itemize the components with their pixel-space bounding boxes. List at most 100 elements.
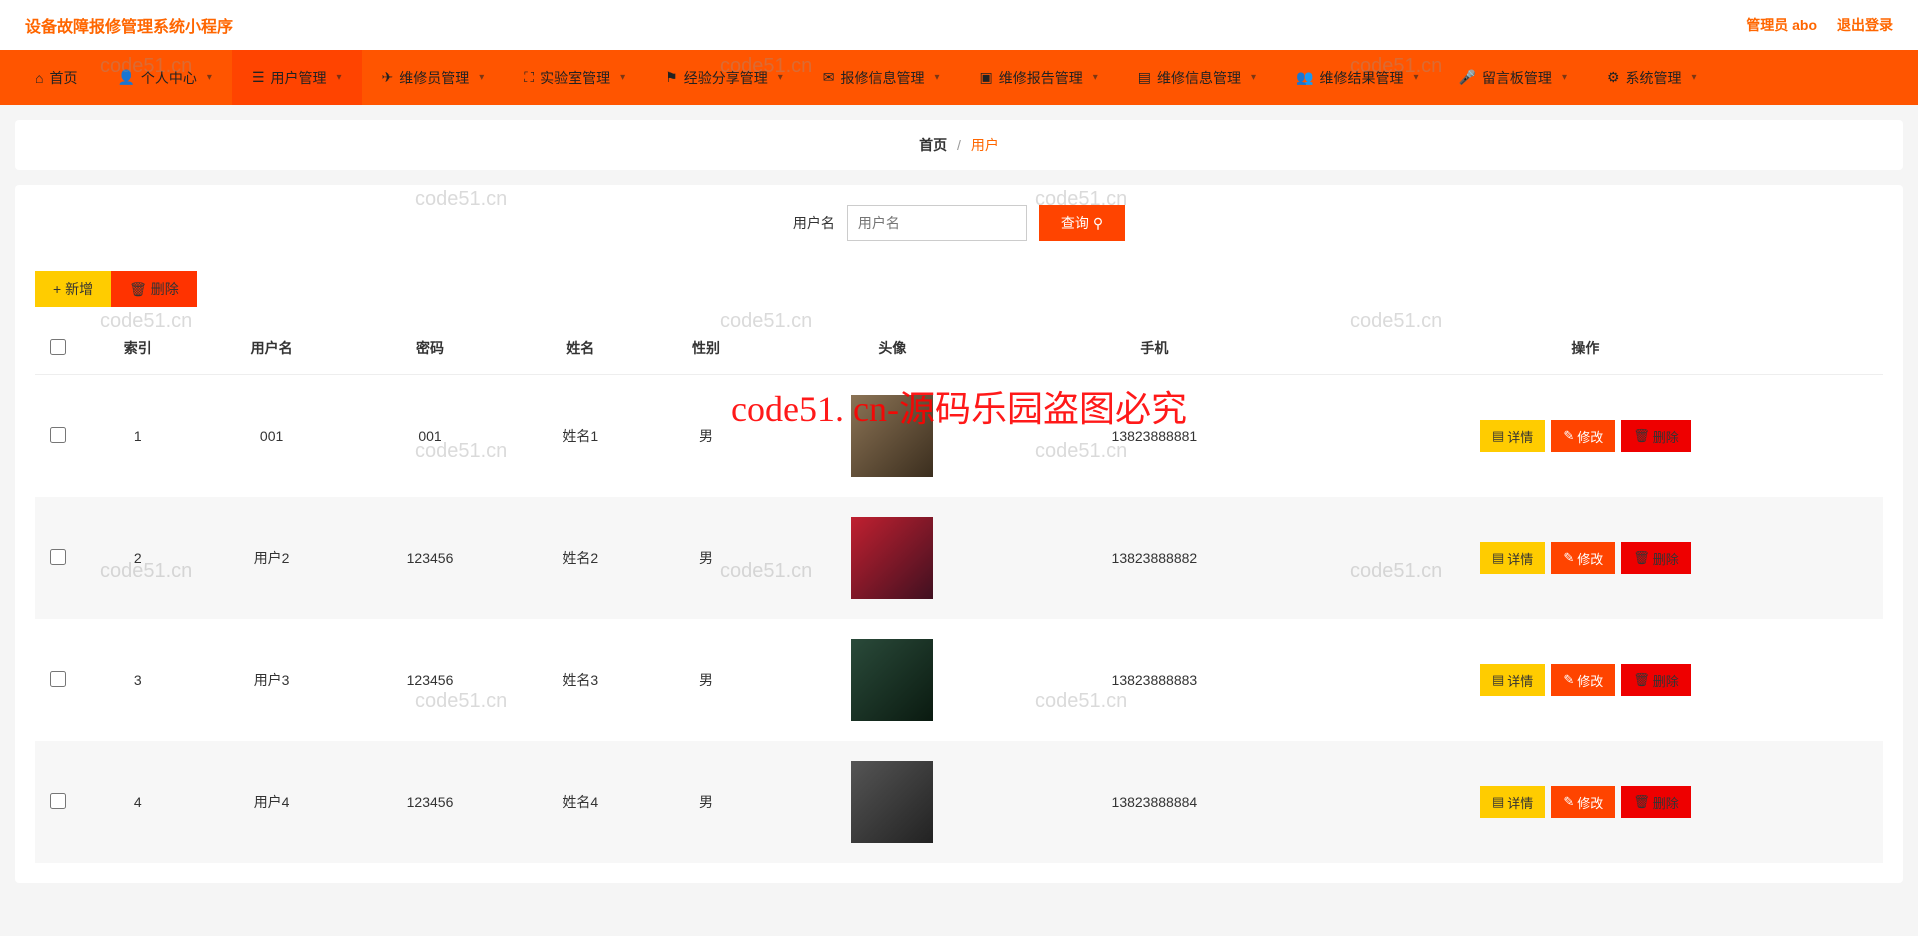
cell-username: 001	[195, 375, 347, 498]
chevron-down-icon: ▾	[1093, 72, 1098, 83]
breadcrumb-home[interactable]: 首页	[919, 137, 947, 153]
edit-button[interactable]: ✎ 修改	[1551, 786, 1615, 818]
col-avatar: 头像	[764, 322, 1021, 375]
nav-item-4[interactable]: ⛶实验室管理▾	[504, 50, 645, 105]
nav-item-1[interactable]: 👤个人中心▾	[97, 50, 231, 105]
cell-index: 3	[80, 619, 195, 741]
edit-button[interactable]: ✎ 修改	[1551, 420, 1615, 452]
detail-icon: ▤	[1492, 428, 1504, 444]
nav-item-0[interactable]: ⌂首页	[15, 50, 97, 105]
app-title: 设备故障报修管理系统小程序	[25, 13, 233, 37]
avatar	[851, 761, 933, 843]
detail-button[interactable]: ▤ 详情	[1480, 664, 1545, 696]
breadcrumb-current: 用户	[971, 137, 999, 153]
cell-index: 1	[80, 375, 195, 498]
admin-label[interactable]: 管理员 abo	[1746, 15, 1817, 35]
cell-actions: ▤ 详情✎ 修改🗑 删除	[1288, 375, 1883, 498]
delete-button[interactable]: 🗑 删除	[111, 271, 197, 307]
edit-icon: ✎	[1563, 428, 1574, 444]
nav-label: 留言板管理	[1482, 68, 1552, 88]
nav-item-11[interactable]: ⚙系统管理▾	[1587, 50, 1717, 105]
user-table: 索引 用户名 密码 姓名 性别 头像 手机 操作 1001001姓名1男1382…	[35, 322, 1883, 863]
nav-icon: ⚙	[1607, 69, 1620, 86]
cell-password: 001	[348, 375, 513, 498]
trash-icon: 🗑	[1633, 428, 1650, 444]
edit-button[interactable]: ✎ 修改	[1551, 542, 1615, 574]
row-checkbox[interactable]	[50, 427, 66, 443]
cell-password: 123456	[348, 741, 513, 863]
detail-button[interactable]: ▤ 详情	[1480, 542, 1545, 574]
cell-phone: 13823888881	[1021, 375, 1288, 498]
nav-label: 系统管理	[1626, 68, 1682, 88]
row-checkbox[interactable]	[50, 793, 66, 809]
nav-item-2[interactable]: ☰ 用户管理 ▾	[232, 50, 362, 105]
trash-icon: 🗑	[1633, 550, 1650, 566]
row-checkbox[interactable]	[50, 671, 66, 687]
avatar	[851, 395, 933, 477]
row-delete-button[interactable]: 🗑 删除	[1621, 420, 1691, 452]
cell-gender: 男	[648, 497, 763, 619]
search-button[interactable]: 查询 ⚲	[1039, 205, 1125, 241]
col-phone: 手机	[1021, 322, 1288, 375]
detail-button[interactable]: ▤ 详情	[1480, 420, 1545, 452]
trash-icon: 🗑	[129, 281, 151, 297]
edit-button[interactable]: ✎ 修改	[1551, 664, 1615, 696]
search-bar: 用户名 查询 ⚲	[35, 205, 1883, 241]
row-checkbox[interactable]	[50, 549, 66, 565]
add-button[interactable]: + 新增	[35, 271, 111, 307]
nav-label: 维修结果管理	[1319, 68, 1403, 88]
cell-index: 4	[80, 741, 195, 863]
table-header-row: 索引 用户名 密码 姓名 性别 头像 手机 操作	[35, 322, 1883, 375]
row-delete-button[interactable]: 🗑 删除	[1621, 664, 1691, 696]
edit-icon: ✎	[1563, 672, 1574, 688]
table-row: 3用户3123456姓名3男13823888883▤ 详情✎ 修改🗑 删除	[35, 619, 1883, 741]
nav-label: 个人中心	[141, 68, 197, 88]
col-username: 用户名	[195, 322, 347, 375]
main-nav: ⌂首页👤个人中心▾ ☰ 用户管理 ▾ ✈维修员管理▾⛶实验室管理▾⚑经验分享管理▾✉报修…	[0, 50, 1918, 105]
nav-label: 维修报告管理	[999, 68, 1083, 88]
avatar	[851, 639, 933, 721]
col-index: 索引	[80, 322, 195, 375]
nav-label: 维修信息管理	[1157, 68, 1241, 88]
trash-icon: 🗑	[1633, 672, 1650, 688]
cell-avatar	[764, 741, 1021, 863]
header: 设备故障报修管理系统小程序 管理员 abo 退出登录	[0, 0, 1918, 50]
row-delete-button[interactable]: 🗑 删除	[1621, 542, 1691, 574]
cell-phone: 13823888883	[1021, 619, 1288, 741]
cell-password: 123456	[348, 619, 513, 741]
nav-label: 实验室管理	[540, 68, 610, 88]
row-delete-button[interactable]: 🗑 删除	[1621, 786, 1691, 818]
nav-item-7[interactable]: ▣ 维修报告管理 ▾	[960, 50, 1118, 105]
detail-button[interactable]: ▤ 详情	[1480, 786, 1545, 818]
logout-link[interactable]: 退出登录	[1837, 15, 1893, 35]
cell-gender: 男	[648, 619, 763, 741]
search-input[interactable]	[847, 205, 1027, 241]
nav-item-8[interactable]: ▤维修信息管理▾	[1118, 50, 1276, 105]
chevron-down-icon: ▾	[934, 72, 939, 83]
col-actions: 操作	[1288, 322, 1883, 375]
nav-item-10[interactable]: 🎤留言板管理▾	[1439, 50, 1587, 105]
cell-actions: ▤ 详情✎ 修改🗑 删除	[1288, 497, 1883, 619]
select-all-checkbox[interactable]	[50, 339, 66, 355]
detail-icon: ▤	[1492, 672, 1504, 688]
nav-icon: ▣	[980, 69, 993, 86]
search-label: 用户名	[793, 213, 835, 233]
nav-item-6[interactable]: ✉报修信息管理▾	[803, 50, 960, 105]
chevron-down-icon: ▾	[337, 72, 342, 83]
cell-gender: 男	[648, 741, 763, 863]
chevron-down-icon: ▾	[778, 72, 783, 83]
table-row: 1001001姓名1男13823888881▤ 详情✎ 修改🗑 删除	[35, 375, 1883, 498]
cell-phone: 13823888882	[1021, 497, 1288, 619]
detail-icon: ▤	[1492, 550, 1504, 566]
nav-item-9[interactable]: 👥维修结果管理▾	[1276, 50, 1438, 105]
cell-username: 用户3	[195, 619, 347, 741]
col-checkbox	[35, 322, 80, 375]
nav-label: 用户管理	[271, 68, 327, 88]
toolbar: + 新增 🗑 删除	[35, 271, 1883, 307]
cell-actions: ▤ 详情✎ 修改🗑 删除	[1288, 619, 1883, 741]
cell-password: 123456	[348, 497, 513, 619]
nav-item-5[interactable]: ⚑经验分享管理▾	[645, 50, 803, 105]
nav-label: 首页	[49, 68, 77, 88]
nav-icon: ☰	[252, 69, 265, 86]
nav-item-3[interactable]: ✈维修员管理▾	[362, 50, 505, 105]
